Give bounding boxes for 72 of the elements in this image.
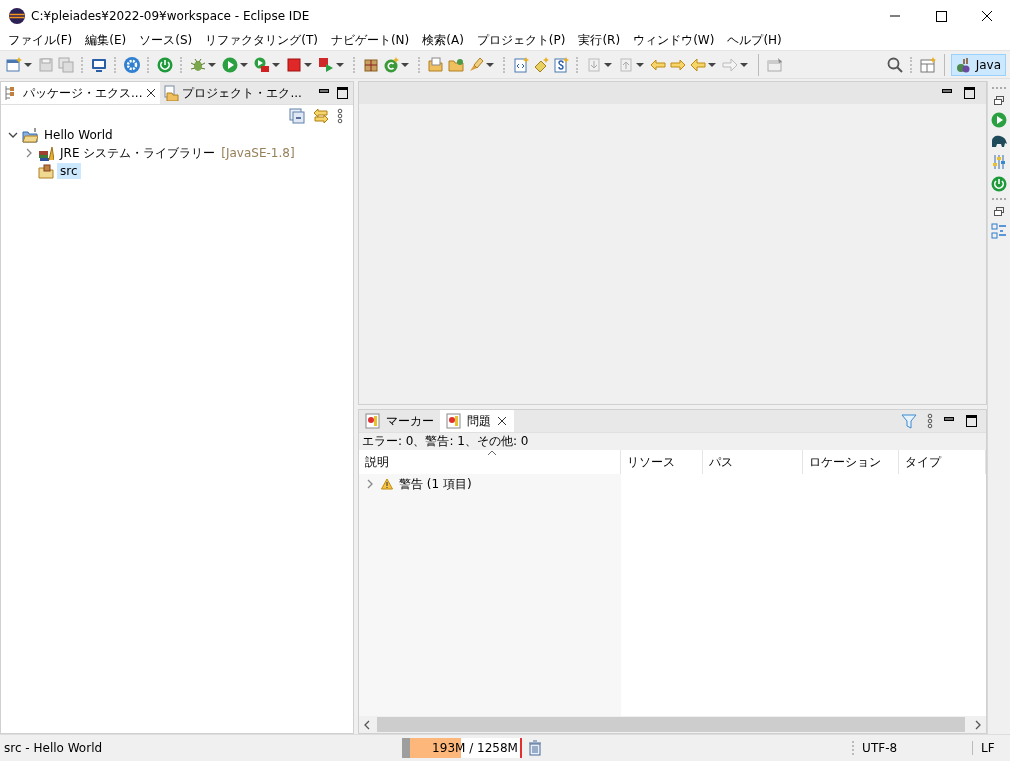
project-folder-icon [22, 127, 38, 143]
tag-icon[interactable] [533, 56, 549, 73]
stop-icon[interactable] [286, 56, 302, 73]
tree-item[interactable]: src [57, 163, 81, 179]
package-folder-icon [38, 163, 54, 179]
menu-item[interactable]: ソース(S) [134, 32, 198, 49]
new-class-icon[interactable] [383, 56, 399, 73]
gear-icon[interactable] [124, 56, 140, 73]
script-file-icon[interactable] [553, 56, 569, 73]
marker-icon [365, 413, 381, 429]
expand-chevron-icon[interactable] [365, 479, 375, 489]
restore-icon[interactable] [993, 95, 1005, 106]
close-icon[interactable] [496, 415, 508, 427]
xml-file-icon[interactable] [513, 56, 529, 73]
tree-item[interactable]: JRE システム・ライブラリー [57, 143, 219, 163]
heap-usage: 193M / 1258M [432, 741, 518, 755]
menu-item[interactable]: プロジェクト(P) [471, 32, 571, 49]
scrollbar-thumb[interactable] [377, 717, 965, 732]
problem-group[interactable]: 警告 (1 項目) [399, 475, 472, 493]
trash-icon[interactable] [528, 740, 543, 756]
menu-item[interactable]: 実行(R) [573, 32, 626, 49]
sliders-icon[interactable] [991, 154, 1007, 170]
warning-icon [381, 478, 393, 490]
view-tab[interactable]: パッケージ・エクス... [1, 82, 161, 104]
menu-item[interactable]: 編集(E) [80, 32, 132, 49]
heap-handle[interactable] [402, 738, 411, 758]
menu-item[interactable]: ヘルプ(H) [722, 32, 787, 49]
menu-item[interactable]: 検索(A) [417, 32, 469, 49]
power-icon[interactable] [157, 56, 173, 73]
folder-icon[interactable] [448, 56, 464, 73]
search-icon[interactable] [886, 56, 903, 73]
java-perspective-button[interactable]: Java [950, 53, 1006, 76]
problems-icon [446, 413, 462, 429]
power-icon[interactable] [991, 176, 1007, 192]
view-tab[interactable]: 問題 [440, 410, 514, 432]
monitor-icon[interactable] [91, 56, 107, 73]
package-icon[interactable] [363, 56, 379, 73]
open-folder-icon[interactable] [428, 56, 444, 73]
external-run-icon[interactable] [318, 56, 334, 73]
encoding-status: UTF-8 [852, 741, 973, 755]
close-icon[interactable] [145, 87, 158, 99]
collapse-chevron-icon[interactable] [8, 130, 18, 140]
maximize-icon[interactable] [963, 86, 976, 100]
window-title: C:¥pleiades¥2022-09¥workspace - Eclipse IDE [31, 8, 311, 23]
coffee-bean-icon [955, 56, 972, 73]
maximize-icon[interactable] [965, 414, 978, 428]
problem-summary: エラー: 0、警告: 1、その他: 0 [362, 433, 529, 450]
tree-item-decoration: [JavaSE-1.8] [221, 146, 295, 160]
line-delimiter-status: LF [972, 741, 995, 755]
menu-item[interactable]: リファクタリング(T) [200, 32, 323, 49]
menu-item[interactable]: ナビゲート(N) [325, 32, 415, 49]
play-stack-icon[interactable] [254, 56, 270, 73]
tree-item[interactable]: Hello World [41, 127, 116, 143]
project-folder-icon [163, 85, 180, 101]
link-arrows-icon[interactable] [313, 108, 329, 124]
maximize-icon[interactable] [336, 86, 349, 100]
restore-icon[interactable] [993, 206, 1005, 217]
more-options-icon[interactable] [927, 413, 933, 429]
outline-icon[interactable] [991, 223, 1007, 239]
expand-chevron-icon[interactable] [24, 148, 34, 158]
play-icon[interactable] [991, 112, 1007, 128]
open-perspective-icon[interactable] [919, 56, 936, 73]
more-options-icon[interactable] [337, 108, 343, 124]
collapse-all-icon[interactable] [289, 108, 305, 124]
sort-indicator-icon[interactable] [487, 450, 497, 456]
menu-item[interactable]: ウィンドウ(W) [628, 32, 720, 49]
new-file-icon[interactable] [6, 56, 22, 73]
books-icon [38, 145, 54, 161]
elephant-icon[interactable] [990, 134, 1008, 148]
menu-item[interactable]: ファイル(F) [3, 32, 78, 49]
selection-status: src - Hello World [3, 741, 103, 755]
app-logo-icon [9, 7, 25, 24]
